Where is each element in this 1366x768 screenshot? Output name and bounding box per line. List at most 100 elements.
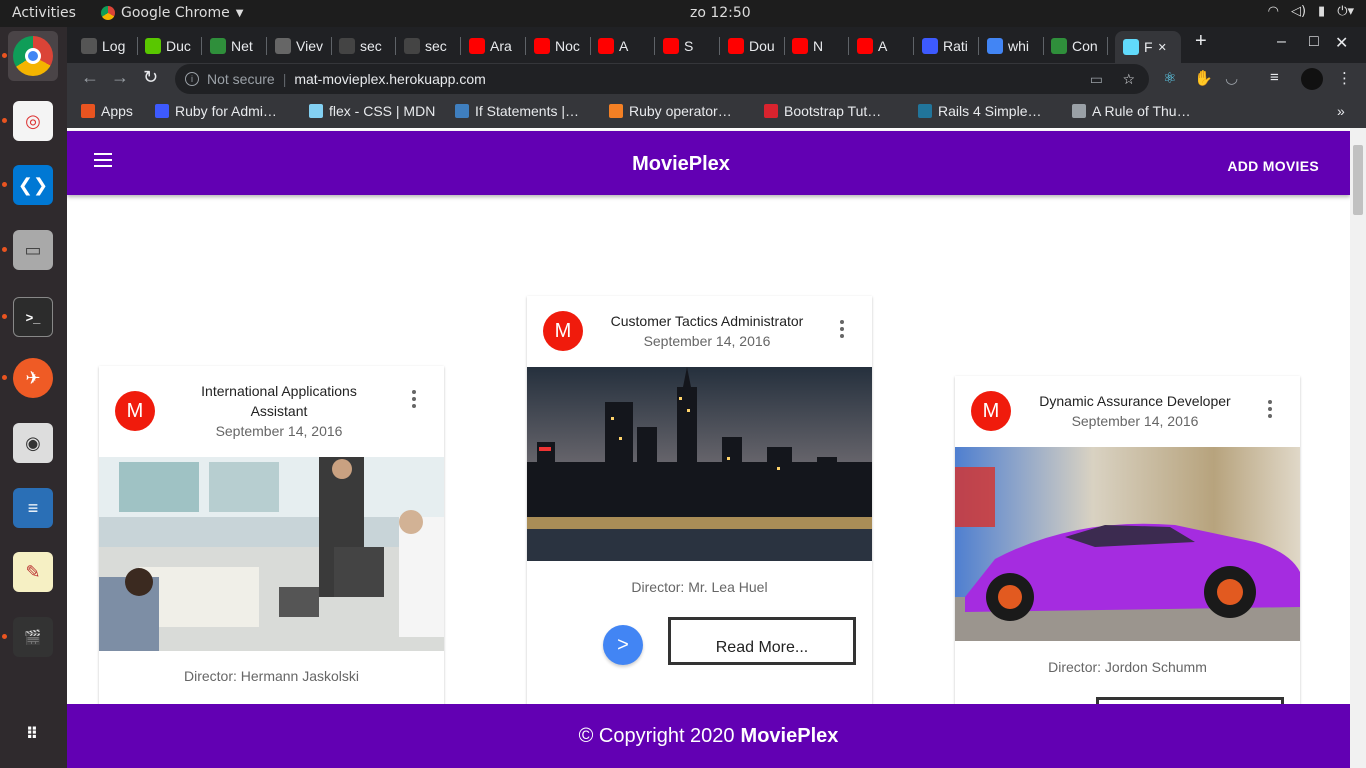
brand-title[interactable]: MoviePlex — [67, 153, 1295, 176]
bookmark-item[interactable]: A Rule of Thu… — [1072, 103, 1191, 119]
postman-icon: ✈ — [13, 358, 53, 398]
reload-button[interactable]: ↻ — [143, 67, 158, 88]
react-devtools-icon[interactable]: ⚛ — [1163, 69, 1176, 87]
bookmark-item[interactable]: Ruby for Admi… — [155, 103, 277, 119]
tab-favicon-icon — [987, 38, 1003, 54]
tab-favicon-icon — [1123, 39, 1139, 55]
bookmark-item[interactable]: Apps — [81, 103, 133, 119]
tab-divider — [784, 37, 785, 55]
bookmark-item[interactable]: flex - CSS | MDN — [309, 103, 435, 119]
browser-tab[interactable]: N — [792, 31, 842, 61]
dock-postman[interactable]: ✈ — [2, 353, 58, 403]
pocket-icon[interactable]: ◡ — [1225, 69, 1238, 87]
close-tab-icon[interactable]: ✕ — [1158, 41, 1167, 54]
scrollbar-thumb[interactable] — [1353, 145, 1363, 215]
browser-tab[interactable]: sec — [404, 31, 454, 61]
app-menu[interactable]: Google Chrome ▼ — [101, 5, 243, 21]
browser-tab[interactable]: F ✕ — [1115, 31, 1181, 63]
new-tab-button[interactable]: + — [1195, 30, 1207, 53]
dock-terminal[interactable]: >_ — [2, 292, 58, 342]
dock-writer[interactable]: ≡ — [8, 483, 58, 533]
movie-card: M Customer Tactics Administrator Septemb… — [527, 296, 872, 726]
info-icon[interactable]: i — [185, 72, 199, 86]
browser-tab[interactable]: Duc — [145, 31, 195, 61]
dock-document-viewer[interactable]: ◎ — [2, 96, 58, 146]
forward-button[interactable]: → — [111, 67, 129, 88]
dock-audio-player[interactable]: ◉ — [8, 418, 58, 468]
tab-label: S — [684, 38, 694, 54]
power-menu-icon: ⏻▾ — [1337, 4, 1354, 19]
tab-divider — [395, 37, 396, 55]
activities-button[interactable]: Activities — [12, 5, 76, 21]
browser-tab[interactable]: Ara — [469, 31, 519, 61]
tab-label: Rati — [943, 38, 968, 54]
system-tray[interactable]: ◠ ◁) ▮ ⏻▾ — [1268, 4, 1354, 19]
tab-label: Duc — [166, 38, 191, 54]
tab-favicon-icon — [1051, 38, 1067, 54]
adblock-icon[interactable]: ✋ — [1194, 69, 1213, 87]
back-button[interactable]: ← — [81, 67, 99, 88]
dock-show-applications[interactable]: ⠿ — [8, 709, 58, 759]
browser-tab[interactable]: S — [663, 31, 713, 61]
browser-tab[interactable]: Net — [210, 31, 260, 61]
bookmark-item[interactable]: If Statements |… — [455, 103, 579, 119]
cast-icon[interactable]: ▭ — [1090, 71, 1103, 88]
browser-tab[interactable]: Con — [1051, 31, 1101, 61]
wifi-icon: ◠ — [1267, 4, 1279, 19]
bookmark-item[interactable]: Ruby operator… — [609, 103, 732, 119]
browser-tab[interactable]: Viev — [275, 31, 325, 61]
bookmark-label: flex - CSS | MDN — [329, 103, 436, 119]
tab-divider — [654, 37, 655, 55]
tab-favicon-icon — [598, 38, 614, 54]
bookmark-item[interactable]: Rails 4 Simple… — [918, 103, 1041, 119]
add-movies-link[interactable]: ADD MOVIES — [1227, 158, 1319, 174]
tab-favicon-icon — [81, 38, 97, 54]
dock-files[interactable]: ▭ — [2, 225, 58, 275]
terminal-icon: >_ — [13, 297, 53, 337]
tab-divider — [137, 37, 138, 55]
maximize-button[interactable]: □ — [1309, 33, 1319, 51]
tab-divider — [913, 37, 914, 55]
dock-text-editor[interactable]: ✎ — [8, 547, 58, 597]
vscode-icon: ❮❯ — [13, 165, 53, 205]
page-scrollbar[interactable] — [1350, 128, 1366, 768]
card-title: International Applications Assistant — [201, 383, 357, 419]
bookmark-item[interactable]: Bootstrap Tut… — [764, 103, 881, 119]
media-control-icon[interactable]: ≡ — [1270, 69, 1279, 86]
more-vert-icon[interactable] — [412, 390, 416, 408]
footer-copyright: © Copyright 2020 — [578, 724, 735, 747]
browser-tab[interactable]: Dou — [728, 31, 778, 61]
tab-favicon-icon — [339, 38, 355, 54]
tab-label: Noc — [555, 38, 580, 54]
tab-label: Log — [102, 38, 126, 54]
browser-tab[interactable]: sec — [339, 31, 389, 61]
avatar: M — [115, 391, 155, 431]
browser-tab[interactable]: Log — [81, 31, 131, 61]
clock[interactable]: zo 12:50 — [690, 5, 751, 21]
avatar[interactable] — [1301, 68, 1323, 90]
tab-divider — [1107, 37, 1108, 55]
dock-vscode[interactable]: ❮❯ — [2, 160, 58, 210]
menu-dots-icon[interactable]: ⋮ — [1337, 69, 1352, 87]
browser-tab[interactable]: Rati — [922, 31, 972, 61]
bookmark-star-icon[interactable]: ☆ — [1122, 71, 1135, 88]
minimize-button[interactable]: – — [1277, 33, 1286, 51]
browser-tab[interactable]: A — [857, 31, 907, 61]
close-window-button[interactable]: ✕ — [1335, 33, 1348, 53]
read-more-button[interactable]: Read More... — [668, 617, 856, 665]
tab-label: N — [813, 38, 824, 54]
writer-icon: ≡ — [13, 488, 53, 528]
browser-tab[interactable]: A — [598, 31, 648, 61]
more-vert-icon[interactable] — [1268, 400, 1272, 418]
go-button[interactable]: > — [603, 625, 643, 665]
address-bar[interactable]: i Not secure | mat-movieplex.herokuapp.c… — [175, 64, 1149, 94]
browser-tab[interactable]: whi — [987, 31, 1037, 61]
more-vert-icon[interactable] — [840, 320, 844, 338]
bookmarks-overflow-icon[interactable]: » — [1337, 103, 1345, 119]
bookmark-label: Apps — [101, 103, 133, 119]
browser-tab[interactable]: Noc — [534, 31, 584, 61]
card-date: September 14, 2016 — [215, 423, 343, 439]
dock-chrome[interactable] — [2, 31, 58, 81]
tab-favicon-icon — [469, 38, 485, 54]
dock-video-editor[interactable]: 🎬 — [2, 612, 58, 662]
